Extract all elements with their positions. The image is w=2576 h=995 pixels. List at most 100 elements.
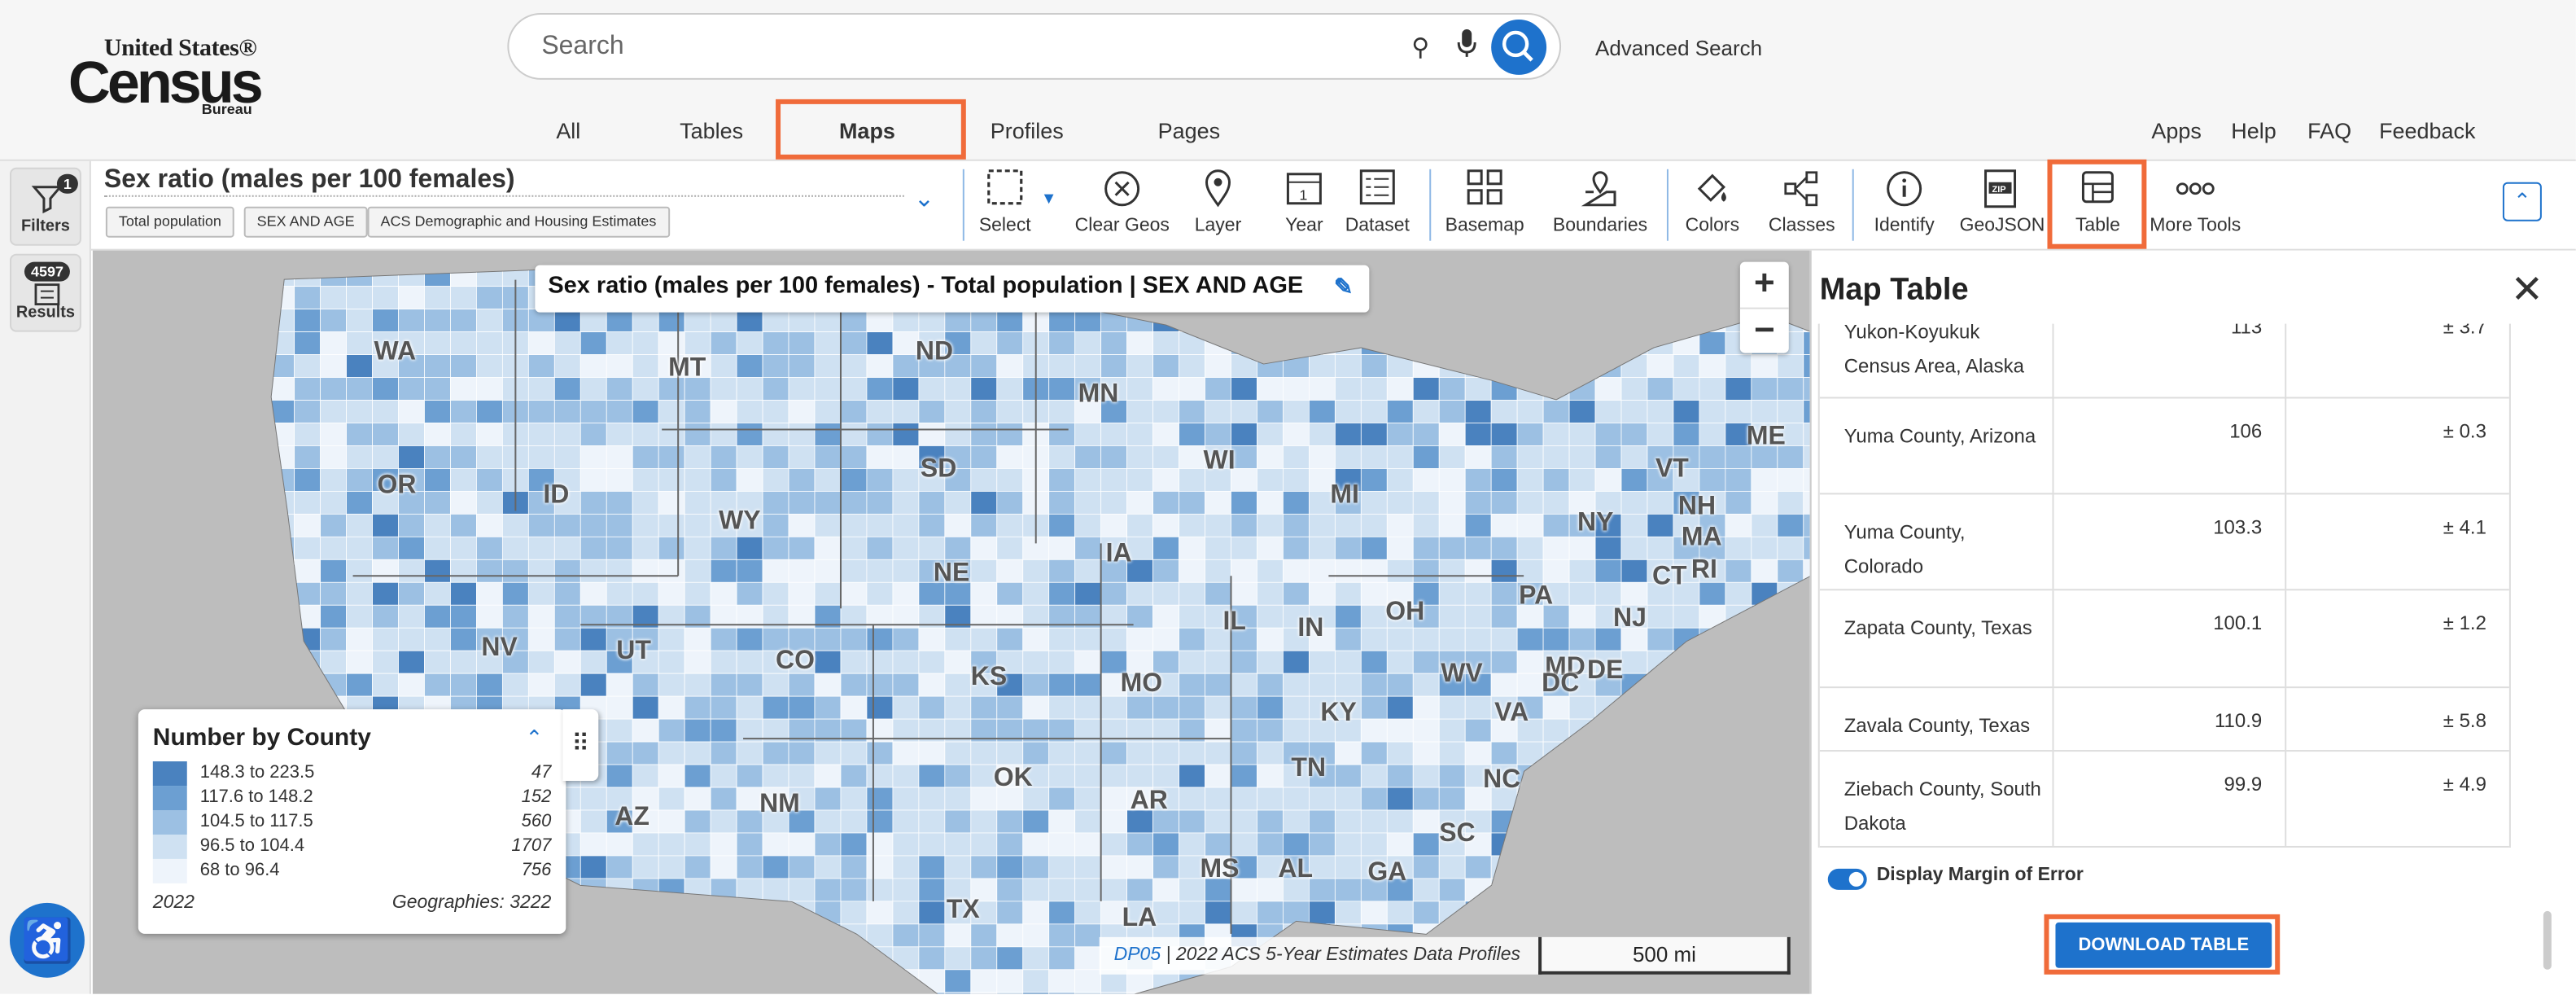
county-cell[interactable] bbox=[1231, 673, 1257, 697]
county-cell[interactable] bbox=[1205, 901, 1231, 925]
county-cell[interactable] bbox=[1257, 536, 1284, 560]
county-cell[interactable] bbox=[1360, 400, 1388, 423]
county-cell[interactable] bbox=[866, 559, 894, 583]
county-cell[interactable] bbox=[1725, 490, 1752, 515]
county-cell[interactable] bbox=[1022, 946, 1050, 971]
county-cell[interactable] bbox=[1205, 354, 1231, 378]
county-cell[interactable] bbox=[866, 423, 894, 446]
county-cell[interactable] bbox=[1231, 536, 1257, 560]
county-cell[interactable] bbox=[1100, 764, 1128, 788]
county-cell[interactable] bbox=[684, 445, 711, 469]
county-cell[interactable] bbox=[1464, 536, 1492, 560]
county-cell[interactable] bbox=[1231, 377, 1257, 401]
county-cell[interactable] bbox=[1257, 650, 1284, 674]
county-cell[interactable] bbox=[1308, 354, 1336, 378]
county-cell[interactable] bbox=[501, 604, 529, 629]
county-cell[interactable] bbox=[1100, 627, 1128, 651]
county-cell[interactable] bbox=[553, 627, 581, 651]
county-cell[interactable] bbox=[1231, 559, 1257, 583]
county-cell[interactable] bbox=[814, 809, 842, 834]
county-cell[interactable] bbox=[1126, 377, 1153, 401]
county-cell[interactable] bbox=[398, 650, 425, 674]
county-cell[interactable] bbox=[579, 536, 607, 560]
county-cell[interactable] bbox=[1074, 969, 1102, 993]
county-cell[interactable] bbox=[866, 331, 894, 355]
county-cell[interactable] bbox=[866, 809, 894, 834]
county-cell[interactable] bbox=[1231, 423, 1257, 446]
county-cell[interactable] bbox=[1464, 445, 1492, 469]
county-cell[interactable] bbox=[450, 581, 477, 606]
county-cell[interactable] bbox=[1412, 855, 1440, 879]
county-cell[interactable] bbox=[579, 309, 607, 332]
county-cell[interactable] bbox=[684, 832, 711, 857]
county-cell[interactable] bbox=[1126, 832, 1153, 857]
county-cell[interactable] bbox=[1257, 673, 1284, 697]
county-cell[interactable] bbox=[1751, 400, 1778, 423]
county-cell[interactable] bbox=[1412, 901, 1440, 925]
county-cell[interactable] bbox=[1048, 490, 1076, 515]
county-cell[interactable] bbox=[527, 627, 555, 651]
county-cell[interactable] bbox=[1360, 695, 1388, 720]
county-cell[interactable] bbox=[1594, 445, 1622, 469]
county-cell[interactable] bbox=[632, 331, 659, 355]
county-cell[interactable] bbox=[684, 855, 711, 879]
county-cell[interactable] bbox=[970, 992, 998, 994]
county-cell[interactable] bbox=[710, 695, 737, 720]
county-cell[interactable] bbox=[814, 741, 842, 765]
county-cell[interactable] bbox=[1360, 901, 1388, 925]
county-cell[interactable] bbox=[892, 490, 920, 515]
county-cell[interactable] bbox=[1699, 331, 1726, 355]
county-cell[interactable] bbox=[501, 581, 529, 606]
edit-pencil-icon[interactable]: ✎ bbox=[1334, 274, 1353, 301]
county-cell[interactable] bbox=[1516, 490, 1544, 515]
county-cell[interactable] bbox=[346, 400, 373, 423]
county-cell[interactable] bbox=[840, 901, 868, 925]
county-cell[interactable] bbox=[1022, 559, 1050, 583]
collapse-toolbar-button[interactable]: ⌃ bbox=[2502, 182, 2542, 221]
county-cell[interactable] bbox=[1048, 809, 1076, 834]
county-cell[interactable] bbox=[996, 878, 1024, 902]
county-cell[interactable] bbox=[710, 627, 737, 651]
county-cell[interactable] bbox=[1464, 559, 1492, 583]
county-cell[interactable] bbox=[1412, 718, 1440, 743]
county-cell[interactable] bbox=[1725, 468, 1752, 492]
county-cell[interactable] bbox=[1048, 513, 1076, 537]
county-cell[interactable] bbox=[658, 741, 685, 765]
county-cell[interactable] bbox=[320, 490, 347, 515]
county-cell[interactable] bbox=[996, 513, 1024, 537]
county-cell[interactable] bbox=[1179, 536, 1205, 560]
county-cell[interactable] bbox=[606, 468, 633, 492]
county-cell[interactable] bbox=[1334, 627, 1362, 651]
county-cell[interactable] bbox=[1048, 331, 1076, 355]
county-cell[interactable] bbox=[1620, 581, 1648, 606]
county-cell[interactable] bbox=[814, 878, 842, 902]
county-cell[interactable] bbox=[788, 468, 816, 492]
chip-acs-dataset[interactable]: ACS Demographic and Housing Estimates bbox=[367, 206, 670, 238]
county-cell[interactable] bbox=[294, 445, 321, 469]
county-cell[interactable] bbox=[892, 423, 920, 446]
county-cell[interactable] bbox=[840, 855, 868, 879]
county-cell[interactable] bbox=[1100, 878, 1128, 902]
county-cell[interactable] bbox=[1205, 559, 1231, 583]
county-cell[interactable] bbox=[1100, 695, 1128, 720]
county-cell[interactable] bbox=[424, 581, 451, 606]
county-cell[interactable] bbox=[1334, 513, 1362, 537]
county-cell[interactable] bbox=[1412, 741, 1440, 765]
county-cell[interactable] bbox=[1360, 832, 1388, 857]
county-cell[interactable] bbox=[1074, 809, 1102, 834]
county-cell[interactable] bbox=[1542, 400, 1570, 423]
county-cell[interactable] bbox=[892, 741, 920, 765]
county-cell[interactable] bbox=[1283, 832, 1310, 857]
county-cell[interactable] bbox=[658, 855, 685, 879]
county-cell[interactable] bbox=[424, 377, 451, 401]
county-cell[interactable] bbox=[553, 673, 581, 697]
county-cell[interactable] bbox=[1386, 400, 1414, 423]
county-cell[interactable] bbox=[1360, 581, 1388, 606]
county-cell[interactable] bbox=[1438, 764, 1466, 788]
county-cell[interactable] bbox=[944, 695, 972, 720]
county-cell[interactable] bbox=[1620, 559, 1648, 583]
county-cell[interactable] bbox=[450, 309, 477, 332]
county-cell[interactable] bbox=[866, 878, 894, 902]
county-cell[interactable] bbox=[840, 354, 868, 378]
county-cell[interactable] bbox=[579, 855, 607, 879]
